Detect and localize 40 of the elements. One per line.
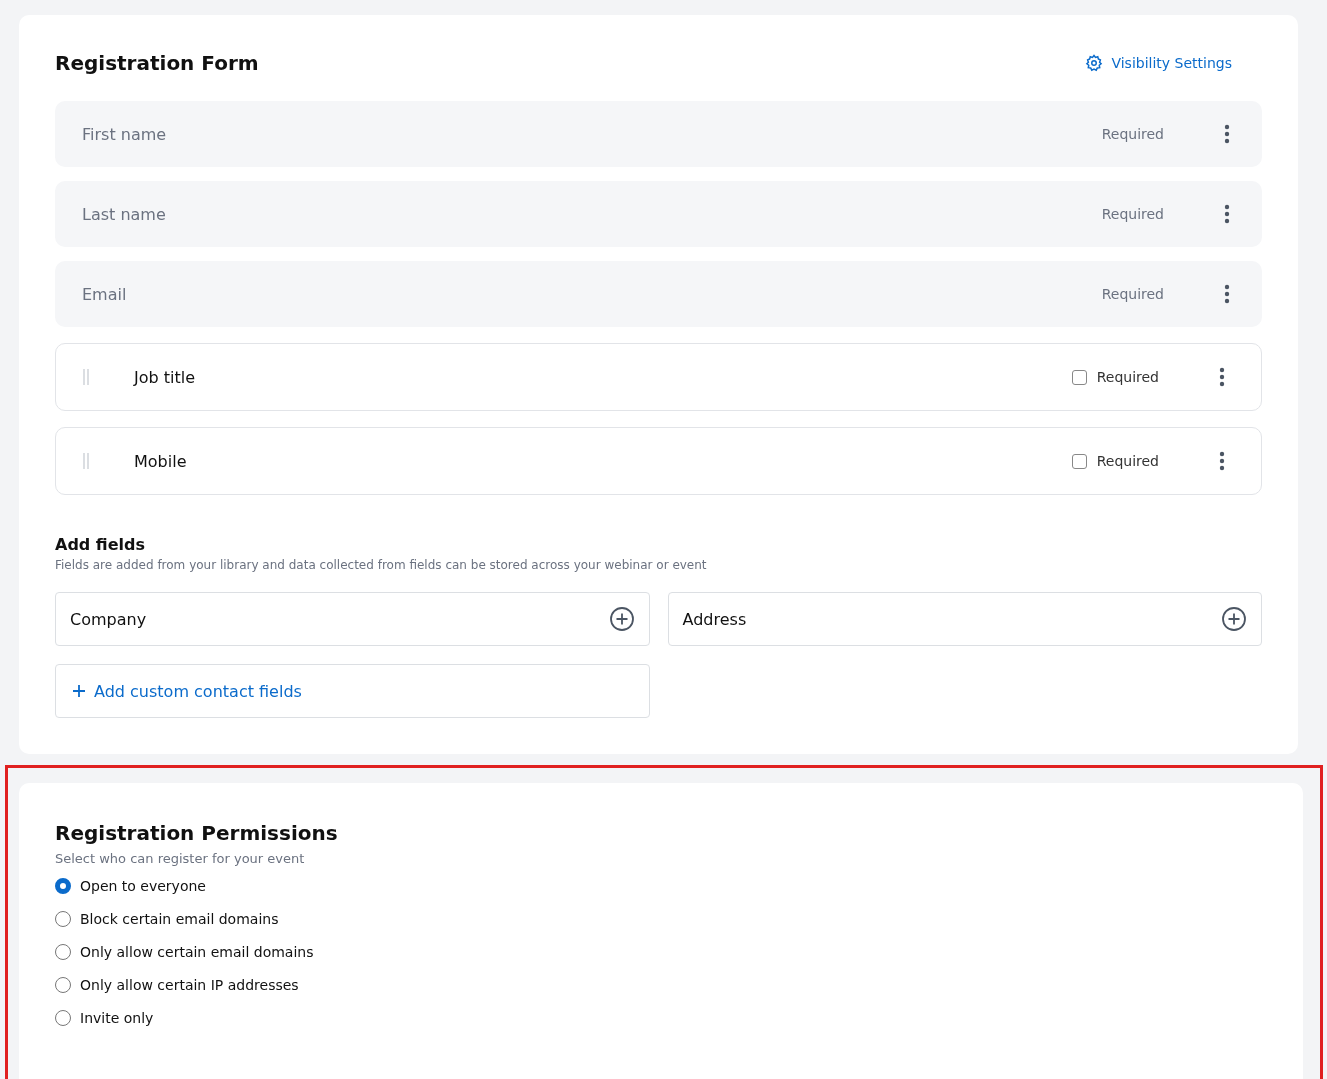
add-fields-description: Fields are added from your library and data collected from fields can be stored across your webinar or event	[55, 558, 708, 572]
add-field-option[interactable]: Company	[55, 592, 650, 646]
radio-label: Block certain email domains	[80, 911, 279, 927]
field-label: Mobile	[134, 451, 188, 471]
option-label: Address	[682, 609, 747, 629]
radio-label: Only allow certain email domains	[80, 944, 314, 960]
required-checkbox[interactable]	[1071, 369, 1087, 385]
required-label: Required	[1096, 369, 1159, 385]
radio-button[interactable]	[55, 878, 71, 894]
more-options-icon[interactable]	[1219, 451, 1225, 471]
required-label: Required	[1101, 126, 1164, 142]
more-options-icon[interactable]	[1219, 367, 1225, 387]
add-circle-icon[interactable]	[1221, 606, 1247, 632]
add-field-option[interactable]: Address	[667, 592, 1262, 646]
more-options-icon[interactable]	[1224, 204, 1230, 224]
add-circle-icon[interactable]	[608, 606, 635, 632]
visibility-settings-link[interactable]: Visibility Settings	[1085, 54, 1232, 72]
radio-label: Only allow certain IP addresses	[80, 977, 299, 993]
field-label: Job title	[134, 367, 197, 387]
option-label: Company	[70, 609, 147, 629]
more-options-icon[interactable]	[1224, 124, 1230, 144]
drag-handle-icon[interactable]	[82, 453, 90, 469]
radio-label: Invite only	[80, 1010, 154, 1026]
section-title: Registration Form	[55, 51, 259, 75]
field-label: Last name	[82, 204, 167, 224]
add-fields-title: Add fields	[55, 535, 147, 554]
radio-label: Open to everyone	[80, 878, 206, 894]
required-label: Required	[1101, 286, 1164, 302]
section-title: Registration Permissions	[55, 821, 339, 845]
field-label: Email	[82, 284, 128, 304]
drag-handle-icon[interactable]	[82, 369, 90, 385]
settings-icon	[1085, 54, 1104, 72]
section-subtitle: Select who can register for your event	[55, 851, 306, 866]
required-label: Required	[1101, 206, 1164, 222]
plus-icon	[72, 684, 86, 698]
required-label: Required	[1096, 453, 1159, 469]
add-custom-fields-button[interactable]: Add custom contact fields	[55, 664, 650, 718]
field-label: First name	[82, 124, 168, 144]
more-options-icon[interactable]	[1224, 284, 1230, 304]
required-checkbox[interactable]	[1071, 453, 1087, 469]
